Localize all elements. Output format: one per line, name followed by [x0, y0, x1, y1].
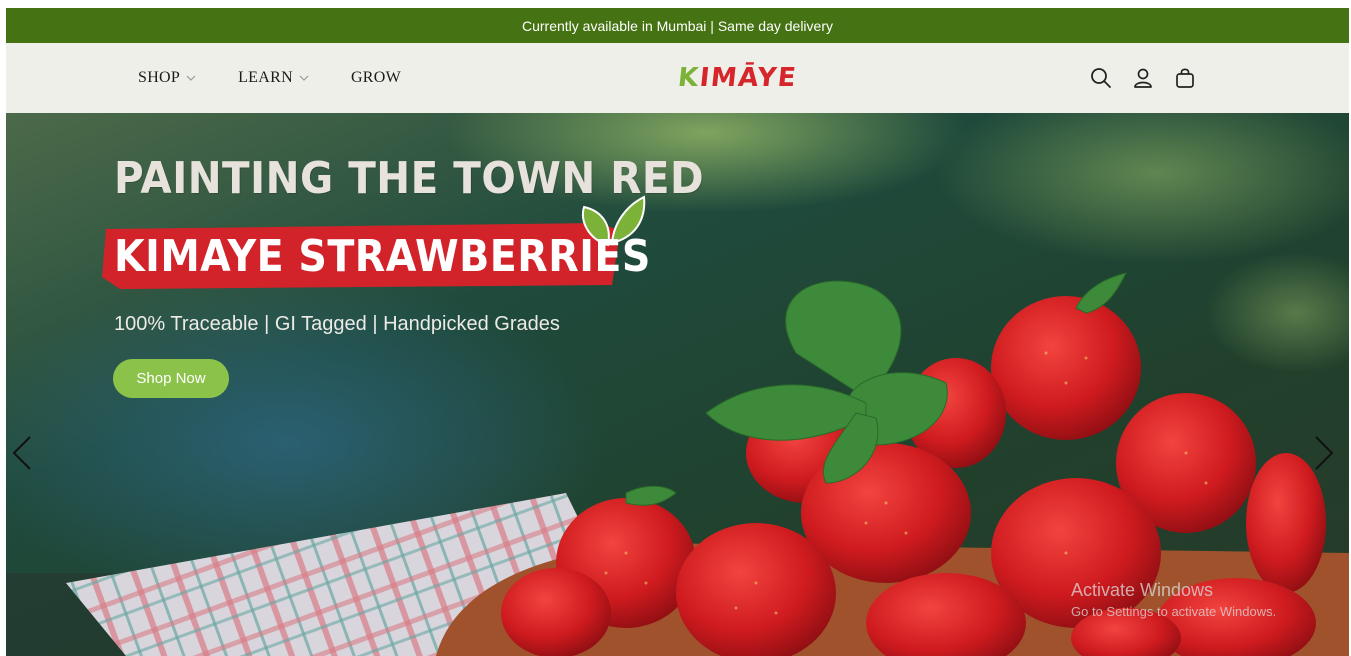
announcement-text: Currently available in Mumbai | Same day…	[522, 17, 833, 34]
activate-windows-watermark: Activate Windows Go to Settings to activ…	[1071, 580, 1276, 619]
search-button[interactable]	[1088, 65, 1114, 91]
logo-wordmark: KIMĀYE	[675, 63, 799, 93]
prev-slide-arrow[interactable]	[8, 433, 36, 473]
watermark-subtitle: Go to Settings to activate Windows.	[1071, 604, 1277, 619]
hero-band-text: KIMAYE STRAWBERRIES	[114, 231, 651, 282]
nav-shop-label: SHOP	[138, 69, 181, 86]
nav-learn[interactable]: LEARN	[238, 69, 309, 87]
nav-shop[interactable]: SHOP	[138, 69, 196, 87]
site-logo[interactable]: KIMĀYE	[674, 61, 800, 95]
header-actions	[1088, 65, 1214, 91]
bag-icon	[1176, 68, 1194, 88]
nav-learn-label: LEARN	[238, 69, 293, 86]
announcement-bar: Currently available in Mumbai | Same day…	[6, 8, 1349, 43]
page-frame: Currently available in Mumbai | Same day…	[6, 8, 1349, 656]
hero-tagline: 100% Traceable | GI Tagged | Handpicked …	[114, 313, 560, 335]
main-nav: SHOP LEARN GROW	[138, 43, 443, 113]
nav-grow-label: GROW	[350, 69, 402, 86]
next-slide-arrow[interactable]	[1310, 433, 1338, 473]
account-button[interactable]	[1130, 65, 1156, 91]
chevron-down-icon	[186, 75, 196, 81]
shop-now-button[interactable]: Shop Now	[113, 359, 229, 398]
watermark-title: Activate Windows	[1071, 580, 1214, 600]
hero-banner: PAINTING THE TOWN RED KIMAYE STRAWBERRIE…	[6, 113, 1349, 656]
user-icon	[1134, 68, 1152, 88]
site-header: SHOP LEARN GROW KIMĀYE	[6, 43, 1349, 113]
chevron-down-icon	[299, 75, 309, 81]
cart-button[interactable]	[1172, 65, 1198, 91]
search-icon	[1091, 68, 1111, 88]
nav-grow[interactable]: GROW	[351, 69, 401, 87]
